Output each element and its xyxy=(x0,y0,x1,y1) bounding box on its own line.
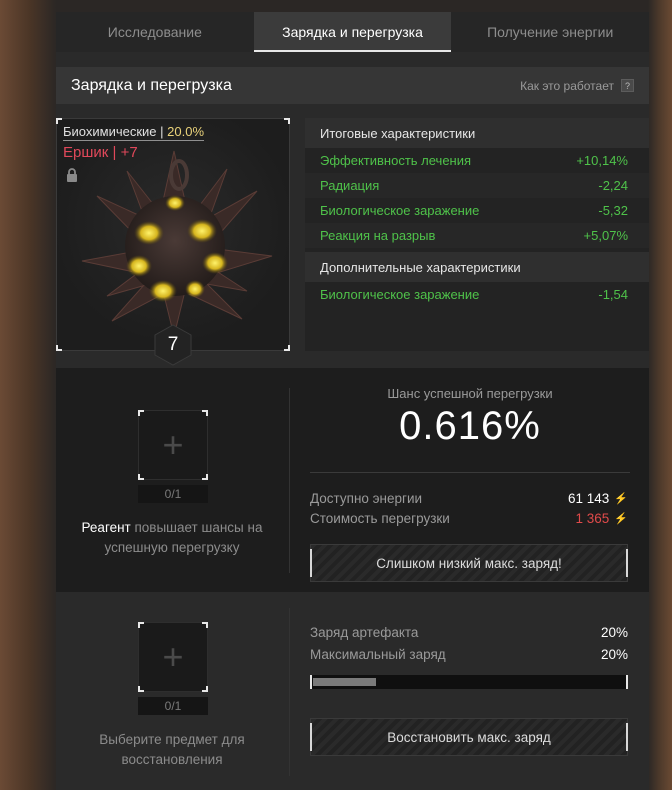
corner-marker xyxy=(202,474,208,480)
charge-label: Заряд артефакта xyxy=(310,625,419,640)
stats-panel: Итоговые характеристики Эффективность ле… xyxy=(305,118,649,351)
corner-marker xyxy=(56,118,62,124)
corner-marker xyxy=(138,474,144,480)
energy-label: Доступно энергии xyxy=(310,491,423,506)
stat-label: Реакция на разрыв xyxy=(320,228,436,243)
charge-value: 20% xyxy=(600,625,628,640)
cost-label: Стоимость перегрузки xyxy=(310,511,450,526)
spiky-artifact-icon xyxy=(81,150,273,337)
lightning-icon: ⚡ xyxy=(614,493,628,505)
reagent-hint-bold: Реагент xyxy=(81,520,131,535)
chance-value: 0.616% xyxy=(399,404,541,448)
energy-value: 61 143 xyxy=(568,491,610,506)
energy-value-wrap: 61 143 ⚡ xyxy=(568,491,628,506)
overload-button[interactable]: Слишком низкий макс. заряд! xyxy=(310,544,628,582)
corner-marker xyxy=(284,118,290,124)
restore-max-charge-button[interactable]: Восстановить макс. заряд xyxy=(310,718,628,756)
stat-value: -2,24 xyxy=(598,178,628,193)
artifact-upgrade: +7 xyxy=(120,144,138,161)
overload-button-label: Слишком низкий макс. заряд! xyxy=(376,555,562,571)
stat-label: Радиация xyxy=(320,178,380,193)
total-stats-title: Итоговые характеристики xyxy=(305,118,649,148)
corner-marker xyxy=(202,686,208,692)
restore-hint: Выберите предмет для восстановления xyxy=(99,732,245,767)
corner-marker xyxy=(138,410,144,416)
stat-row: Эффективность лечения +10,14% xyxy=(305,148,649,173)
restore-button-label: Восстановить макс. заряд xyxy=(387,729,551,745)
plus-icon: + xyxy=(162,636,184,677)
section-title: Зарядка и перегрузка xyxy=(71,76,232,94)
corner-marker xyxy=(138,622,144,628)
stat-label: Биологическое заражение xyxy=(320,287,480,302)
stat-label: Эффективность лечения xyxy=(320,153,472,168)
divider xyxy=(289,608,290,776)
artifact-quality: 20.0% xyxy=(167,124,205,139)
extra-stats-title: Дополнительные характеристики xyxy=(305,252,649,282)
tab-charge-overload-label: Зарядка и перегрузка xyxy=(282,24,423,40)
corner-marker xyxy=(138,686,144,692)
stat-label: Биологическое заражение xyxy=(320,203,480,218)
energy-row: Доступно энергии 61 143 ⚡ xyxy=(310,491,628,506)
cost-row: Стоимость перегрузки 1 365 ⚡ xyxy=(310,511,628,526)
stat-value: -5,32 xyxy=(598,203,628,218)
artifact-name: Ершик | +7 xyxy=(63,144,138,161)
artifact-category-label: Биохимические xyxy=(63,124,157,139)
artifact-category-sep: | xyxy=(156,124,168,139)
cost-value-wrap: 1 365 ⚡ xyxy=(576,511,629,526)
stat-row: Радиация -2,24 xyxy=(305,173,649,198)
max-charge-row: Максимальный заряд 20% xyxy=(310,647,628,662)
divider xyxy=(310,472,630,473)
tab-energy-gain-label: Получение энергии xyxy=(487,24,614,40)
artifact-card[interactable]: Биохимические | 20.0% Ершик | +7 7 xyxy=(56,118,290,366)
chance-label: Шанс успешной перегрузки xyxy=(387,386,553,401)
overload-section: + 0/1 Реагент повышает шансы на успешную… xyxy=(56,368,649,592)
charge-progress-bar xyxy=(310,675,628,689)
artifact-name-label: Ершик xyxy=(63,144,109,161)
reagent-hint: Реагент повышает шансы на успешную перег… xyxy=(76,518,268,558)
tab-bar: Исследование Зарядка и перегрузка Получе… xyxy=(56,12,649,52)
artifact-category: Биохимические | 20.0% xyxy=(63,124,205,141)
question-icon: ? xyxy=(621,79,634,92)
how-it-works-label: Как это работает xyxy=(520,78,614,93)
plus-icon: + xyxy=(162,424,184,465)
charge-progress-fill xyxy=(313,678,376,686)
reagent-slot[interactable]: + xyxy=(138,410,208,480)
stat-row: Биологическое заражение -1,54 xyxy=(305,282,649,307)
tab-research[interactable]: Исследование xyxy=(56,12,254,52)
stat-value: +10,14% xyxy=(576,153,628,168)
max-charge-label: Максимальный заряд xyxy=(310,647,446,662)
artifact-name-sep: | xyxy=(108,144,121,161)
corner-marker xyxy=(284,345,290,351)
artifact-panel: Исследование Зарядка и перегрузка Получе… xyxy=(56,12,649,790)
lock-icon xyxy=(67,168,77,182)
corner-marker xyxy=(202,410,208,416)
corner-marker xyxy=(56,345,62,351)
tab-charge-overload[interactable]: Зарядка и перегрузка xyxy=(253,12,452,52)
charge-row: Заряд артефакта 20% xyxy=(310,625,628,640)
tab-research-label: Исследование xyxy=(107,24,202,40)
section-header: Зарядка и перегрузка Как это работает ? xyxy=(56,67,649,104)
restore-slot-count: 0/1 xyxy=(138,697,208,715)
stat-row: Биологическое заражение -5,32 xyxy=(305,198,649,223)
max-charge-value: 20% xyxy=(600,647,628,662)
tab-energy-gain[interactable]: Получение энергии xyxy=(451,12,649,52)
divider xyxy=(289,388,290,573)
restore-item-slot[interactable]: + xyxy=(138,622,208,692)
stat-value: +5,07% xyxy=(583,228,628,243)
stat-row: Реакция на разрыв +5,07% xyxy=(305,223,649,248)
corner-marker xyxy=(202,622,208,628)
how-it-works-link[interactable]: Как это работает ? xyxy=(520,79,634,93)
reagent-slot-count: 0/1 xyxy=(138,485,208,503)
stat-value: -1,54 xyxy=(598,287,628,302)
level-value: 7 xyxy=(167,334,179,355)
level-badge: 7 xyxy=(153,324,193,366)
cost-value: 1 365 xyxy=(575,511,610,526)
lightning-icon: ⚡ xyxy=(614,513,628,525)
